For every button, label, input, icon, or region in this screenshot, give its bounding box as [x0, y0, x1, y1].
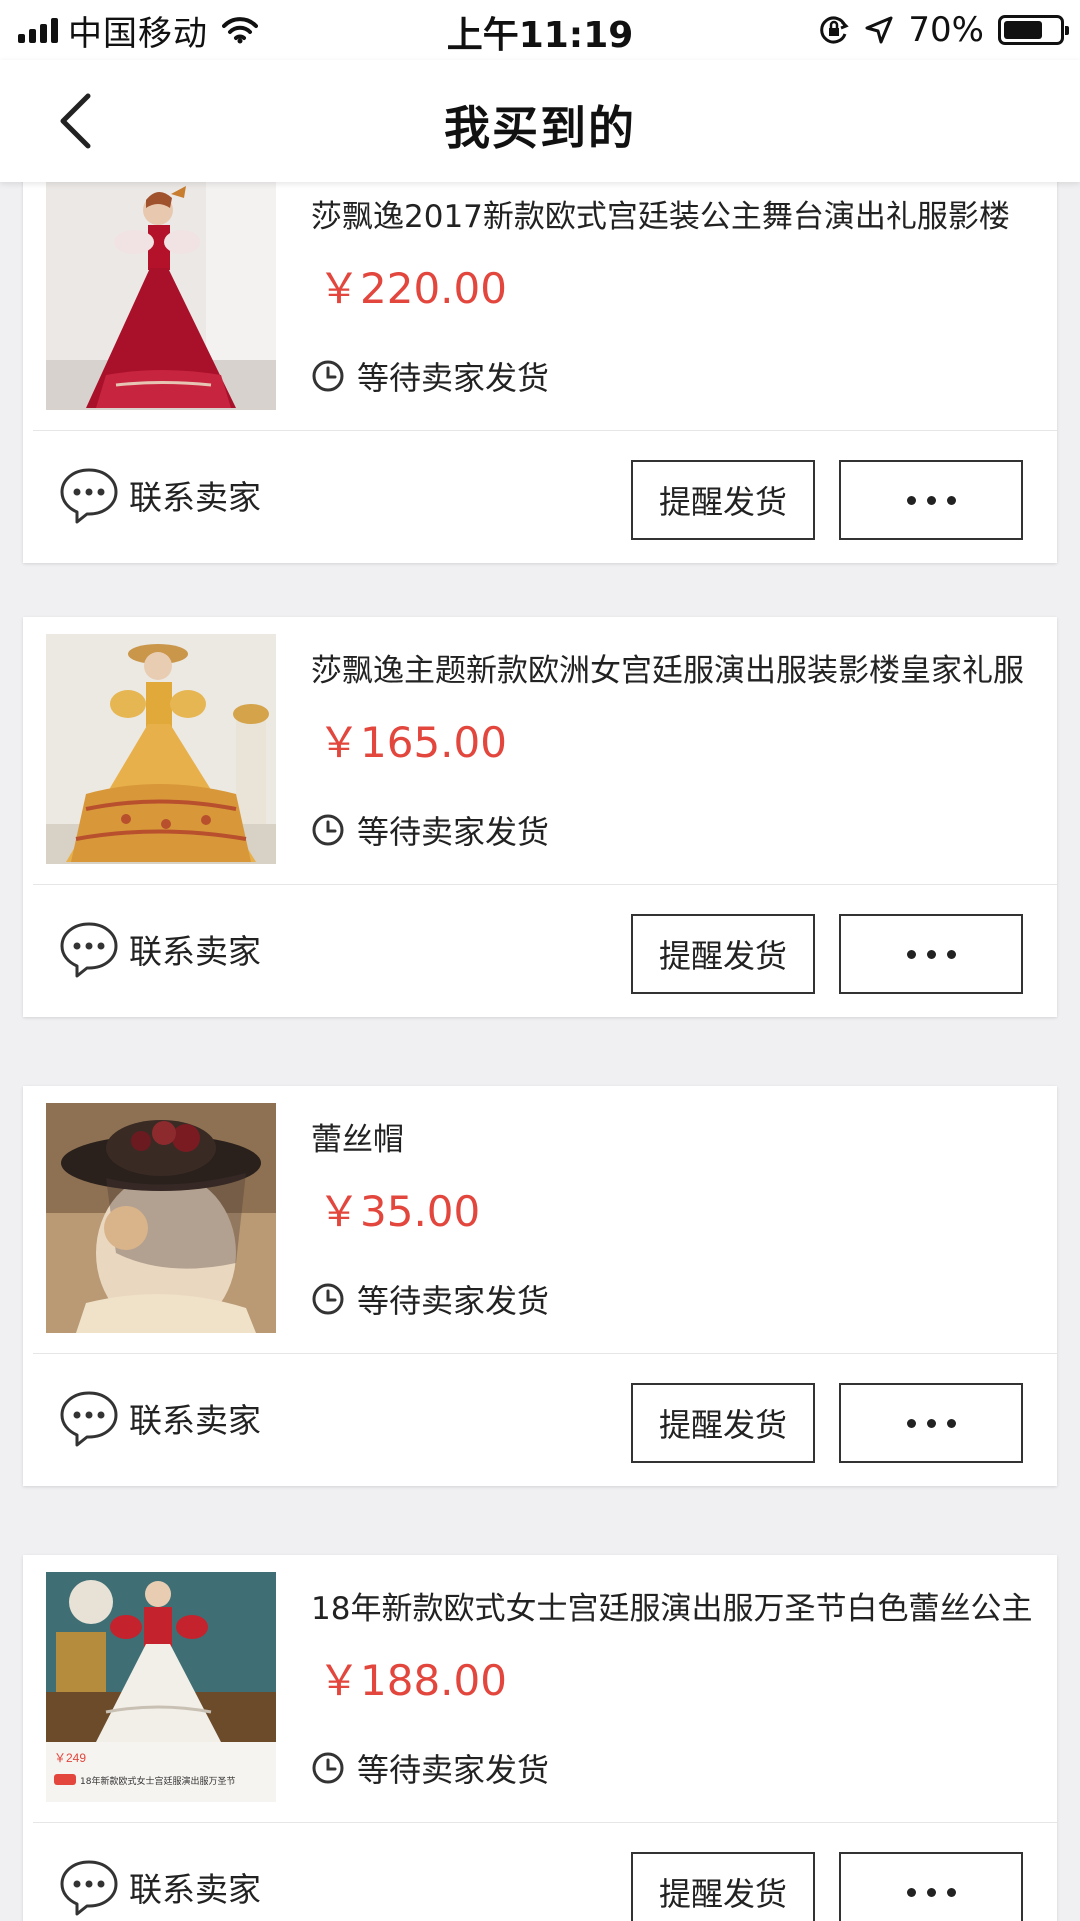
battery-percentage: 70%: [908, 10, 984, 50]
chat-bubble-icon: [60, 1860, 118, 1916]
action-row: 联系卖家 提醒发货: [23, 1354, 1057, 1486]
order-status: 等待卖家发货: [311, 1745, 549, 1791]
more-options-button[interactable]: [839, 460, 1023, 540]
order-card: 莎飘逸2017新款欧式宫廷装公主舞台演出礼服影楼 ￥220.00 等待卖家发货: [23, 182, 1057, 563]
order-status: 等待卖家发货: [311, 353, 549, 399]
product-row[interactable]: 莎飘逸2017新款欧式宫廷装公主舞台演出礼服影楼 ￥220.00 等待卖家发货: [23, 182, 1057, 430]
thumb-caption: 18年新款欧式女士宫廷服演出服万圣节: [80, 1775, 235, 1787]
contact-seller-button[interactable]: 联系卖家: [57, 465, 261, 525]
contact-seller-button[interactable]: 联系卖家: [57, 1857, 261, 1917]
order-card: 莎飘逸主题新款欧洲女宫廷服演出服装影楼皇家礼服 ￥165.00 等待卖家发货 联: [23, 617, 1057, 1017]
more-icon: [906, 495, 916, 505]
contact-seller-label: 联系卖家: [129, 478, 261, 517]
status-text: 等待卖家发货: [357, 1751, 550, 1789]
product-price: ￥188.00: [318, 1656, 507, 1705]
product-row[interactable]: 莎飘逸主题新款欧洲女宫廷服演出服装影楼皇家礼服 ￥165.00 等待卖家发货: [23, 617, 1057, 884]
product-title[interactable]: 莎飘逸主题新款欧洲女宫廷服演出服装影楼皇家礼服: [311, 645, 1053, 690]
status-text: 等待卖家发货: [357, 359, 550, 397]
thumb-price: ￥249: [54, 1751, 86, 1765]
chat-bubble-icon: [60, 468, 118, 524]
product-price: ￥165.00: [318, 718, 507, 767]
product-image[interactable]: ￥249 18年新款欧式女士宫廷服演出服万圣节: [46, 1572, 276, 1802]
product-title[interactable]: 蕾丝帽: [311, 1114, 1053, 1159]
action-row: 联系卖家 提醒发货: [23, 1823, 1057, 1921]
product-price: ￥35.00: [318, 1187, 481, 1236]
battery-icon: [998, 15, 1069, 45]
chat-bubble-icon: [60, 922, 118, 978]
chat-bubble-icon: [60, 1391, 118, 1447]
contact-seller-button[interactable]: 联系卖家: [57, 919, 261, 979]
product-image[interactable]: [46, 182, 276, 410]
order-list[interactable]: 莎飘逸2017新款欧式宫廷装公主舞台演出礼服影楼 ￥220.00 等待卖家发货: [0, 182, 1080, 1921]
product-row[interactable]: ￥249 18年新款欧式女士宫廷服演出服万圣节 18年新款欧式女士宫廷服演出服万…: [23, 1555, 1057, 1822]
remind-shipment-button[interactable]: 提醒发货: [631, 914, 815, 994]
more-options-button[interactable]: [839, 1383, 1023, 1463]
more-icon: [906, 949, 916, 959]
product-title[interactable]: 18年新款欧式女士宫廷服演出服万圣节白色蕾丝公主: [311, 1583, 1053, 1628]
product-image[interactable]: [46, 1103, 276, 1333]
order-card: ￥249 18年新款欧式女士宫廷服演出服万圣节 18年新款欧式女士宫廷服演出服万…: [23, 1555, 1057, 1921]
contact-seller-button[interactable]: 联系卖家: [57, 1388, 261, 1448]
remind-shipment-button[interactable]: 提醒发货: [631, 460, 815, 540]
battery-fill: [1004, 21, 1042, 39]
product-title[interactable]: 莎飘逸2017新款欧式宫廷装公主舞台演出礼服影楼: [311, 191, 1053, 236]
action-row: 联系卖家 提醒发货: [23, 431, 1057, 563]
status-text: 等待卖家发货: [357, 1282, 550, 1320]
product-image[interactable]: [46, 634, 276, 864]
action-row: 联系卖家 提醒发货: [23, 885, 1057, 1017]
remind-shipment-button[interactable]: 提醒发货: [631, 1383, 815, 1463]
clock-icon: [312, 360, 344, 392]
clock-icon: [312, 1283, 344, 1315]
contact-seller-label: 联系卖家: [129, 1401, 261, 1440]
product-row[interactable]: 蕾丝帽 ￥35.00 等待卖家发货: [23, 1086, 1057, 1353]
navigation-bar: 我买到的: [0, 60, 1080, 182]
more-options-button[interactable]: [839, 1852, 1023, 1921]
status-bar: 中国移动 上午11:19 70%: [0, 0, 1080, 60]
more-icon: [906, 1418, 916, 1428]
more-options-button[interactable]: [839, 914, 1023, 994]
contact-seller-label: 联系卖家: [129, 932, 261, 971]
status-right: 70%: [818, 8, 1069, 52]
rotation-lock-icon: [820, 16, 850, 44]
remind-shipment-button[interactable]: 提醒发货: [631, 1852, 815, 1921]
product-price: ￥220.00: [318, 264, 507, 313]
more-icon: [906, 1887, 916, 1897]
order-status: 等待卖家发货: [311, 1276, 549, 1322]
order-status: 等待卖家发货: [311, 807, 549, 853]
clock-icon: [312, 1752, 344, 1784]
clock-icon: [312, 814, 344, 846]
status-text: 等待卖家发货: [357, 813, 550, 851]
location-arrow-icon: [865, 16, 893, 44]
page-title: 我买到的: [444, 101, 636, 155]
order-card: 蕾丝帽 ￥35.00 等待卖家发货 联系卖家 提醒发货: [23, 1086, 1057, 1486]
contact-seller-label: 联系卖家: [129, 1870, 261, 1909]
